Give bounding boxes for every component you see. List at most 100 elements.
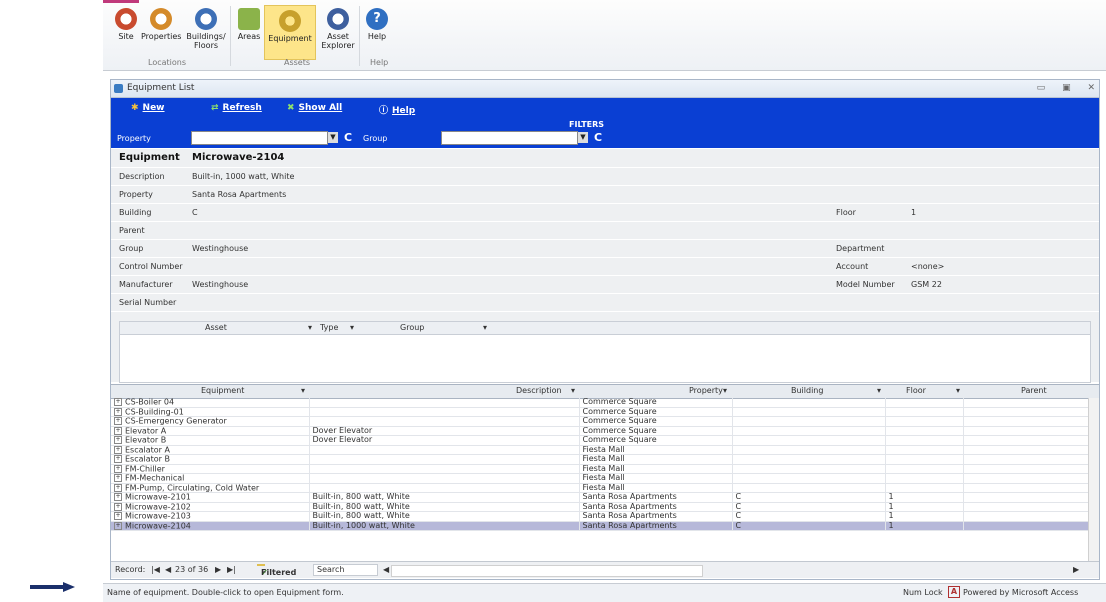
table-cell[interactable] xyxy=(963,502,1090,512)
description-field[interactable]: Built-in, 1000 watt, White xyxy=(192,172,294,181)
expand-icon[interactable]: + xyxy=(114,398,122,406)
sort-icon[interactable]: ▾ xyxy=(571,386,575,395)
expand-icon[interactable]: + xyxy=(114,493,122,501)
new-button[interactable]: ✱ New xyxy=(131,103,165,113)
table-cell[interactable] xyxy=(309,398,580,408)
table-cell[interactable] xyxy=(885,426,964,436)
table-cell[interactable]: C xyxy=(732,502,886,512)
scroll-right-icon[interactable]: ▶ xyxy=(1073,565,1079,574)
table-cell[interactable] xyxy=(732,445,886,455)
table-cell[interactable]: + FM-Chiller xyxy=(111,464,310,474)
table-row[interactable]: + FM-Mechanical Fiesta Mall xyxy=(111,473,1090,484)
table-cell[interactable]: Built-in, 800 watt, White xyxy=(309,492,580,503)
table-cell[interactable]: + Escalator B xyxy=(111,454,310,465)
table-cell[interactable] xyxy=(885,473,964,484)
vertical-scrollbar[interactable] xyxy=(1088,398,1099,561)
table-cell[interactable]: 1 xyxy=(885,511,964,522)
table-cell[interactable] xyxy=(963,492,1090,503)
table-cell[interactable]: 1 xyxy=(885,502,964,512)
table-cell[interactable] xyxy=(309,473,580,484)
header-equipment[interactable]: Equipment xyxy=(201,386,244,395)
table-cell[interactable] xyxy=(732,398,886,408)
subgrid-header-asset[interactable]: Asset xyxy=(205,323,227,332)
table-cell[interactable] xyxy=(309,407,580,417)
table-row[interactable]: + FM-Pump, Circulating, Cold Water Fiesta … xyxy=(111,483,1090,493)
help-button[interactable]: ? Help xyxy=(364,8,390,41)
table-cell[interactable] xyxy=(732,454,886,465)
help-toolbar-button[interactable]: ⓘ Help xyxy=(379,103,415,116)
table-cell[interactable] xyxy=(963,483,1090,493)
floor-field[interactable]: 1 xyxy=(911,208,916,217)
table-cell[interactable]: C xyxy=(732,511,886,522)
first-record-icon[interactable]: |◀ xyxy=(151,565,160,574)
table-cell[interactable]: 1 xyxy=(885,492,964,503)
table-cell[interactable] xyxy=(963,407,1090,417)
previous-record-icon[interactable]: ◀ xyxy=(165,565,171,574)
expand-icon[interactable]: + xyxy=(114,502,122,511)
expand-icon[interactable]: + xyxy=(114,455,122,463)
table-row[interactable]: + Microwave-2103 Built-in, 800 watt, White… xyxy=(111,511,1090,522)
header-floor[interactable]: Floor xyxy=(906,386,926,395)
table-cell[interactable]: Commerce Square xyxy=(579,398,733,408)
table-row[interactable]: + Elevator B Dover Elevator Commerce Square xyxy=(111,435,1090,446)
table-cell[interactable]: Built-in, 1000 watt, White xyxy=(309,521,580,531)
minimize-icon[interactable]: ▭ xyxy=(1037,83,1046,93)
table-cell[interactable]: Built-in, 800 watt, White xyxy=(309,502,580,512)
table-cell[interactable]: + Escalator A xyxy=(111,445,310,455)
table-cell[interactable]: Santa Rosa Apartments xyxy=(579,492,733,503)
table-row[interactable]: + FM-Chiller Fiesta Mall xyxy=(111,464,1090,474)
equipment-button[interactable]: Equipment xyxy=(264,5,316,60)
table-cell[interactable]: + CS-Building-01 xyxy=(111,407,310,417)
table-cell[interactable] xyxy=(732,426,886,436)
search-input[interactable]: Search xyxy=(313,564,378,576)
expand-icon[interactable]: + xyxy=(114,474,122,482)
site-button[interactable]: Site xyxy=(113,8,139,41)
table-cell[interactable] xyxy=(885,483,964,493)
table-cell[interactable]: + Microwave-2103 xyxy=(111,511,310,522)
table-cell[interactable] xyxy=(885,407,964,417)
equipment-field[interactable]: Microwave-2104 xyxy=(192,152,284,163)
areas-button[interactable]: Areas xyxy=(235,8,263,41)
table-row[interactable]: + Microwave-2104 Built-in, 1000 watt, Whit… xyxy=(111,521,1090,531)
table-cell[interactable] xyxy=(732,416,886,427)
table-cell[interactable] xyxy=(309,445,580,455)
table-cell[interactable]: + Elevator B xyxy=(111,435,310,446)
table-cell[interactable]: Commerce Square xyxy=(579,426,733,436)
table-cell[interactable] xyxy=(309,483,580,493)
table-cell[interactable] xyxy=(309,416,580,427)
table-cell[interactable] xyxy=(885,416,964,427)
table-row[interactable]: + Escalator A Fiesta Mall xyxy=(111,445,1090,455)
table-cell[interactable] xyxy=(963,511,1090,522)
table-cell[interactable] xyxy=(963,426,1090,436)
table-cell[interactable]: + CS-Emergency Generator xyxy=(111,416,310,427)
table-cell[interactable]: C xyxy=(732,521,886,531)
table-cell[interactable]: Dover Elevator xyxy=(309,426,580,436)
expand-icon[interactable]: + xyxy=(114,483,122,492)
table-cell[interactable] xyxy=(963,464,1090,474)
sort-icon[interactable]: ▾ xyxy=(301,386,305,395)
building-field[interactable]: C xyxy=(192,208,198,217)
expand-icon[interactable]: + xyxy=(114,407,122,416)
sort-icon[interactable]: ▾ xyxy=(723,386,727,395)
next-record-icon[interactable]: ▶ xyxy=(215,565,221,574)
buildings-floors-button[interactable]: Buildings/ Floors xyxy=(186,8,226,50)
sort-icon[interactable]: ▾ xyxy=(877,386,881,395)
table-row[interactable]: + Microwave-2101 Built-in, 800 watt, White… xyxy=(111,492,1090,503)
properties-button[interactable]: Properties xyxy=(141,8,181,41)
expand-icon[interactable]: + xyxy=(114,512,122,520)
table-cell[interactable] xyxy=(309,454,580,465)
table-cell[interactable] xyxy=(963,435,1090,446)
table-cell[interactable]: + Microwave-2102 xyxy=(111,502,310,512)
table-cell[interactable]: + Elevator A xyxy=(111,426,310,436)
table-cell[interactable] xyxy=(963,445,1090,455)
table-cell[interactable] xyxy=(963,454,1090,465)
table-cell[interactable] xyxy=(732,483,886,493)
sort-icon[interactable]: ▾ xyxy=(350,323,354,332)
table-cell[interactable] xyxy=(885,454,964,465)
table-cell[interactable]: + Microwave-2104 xyxy=(111,521,310,531)
table-cell[interactable] xyxy=(963,398,1090,408)
filter-property-input[interactable] xyxy=(191,131,328,145)
table-row[interactable]: + Microwave-2102 Built-in, 800 watt, White… xyxy=(111,502,1090,512)
model-number-field[interactable]: GSM 22 xyxy=(911,280,942,289)
horizontal-scrollbar[interactable] xyxy=(391,565,703,577)
